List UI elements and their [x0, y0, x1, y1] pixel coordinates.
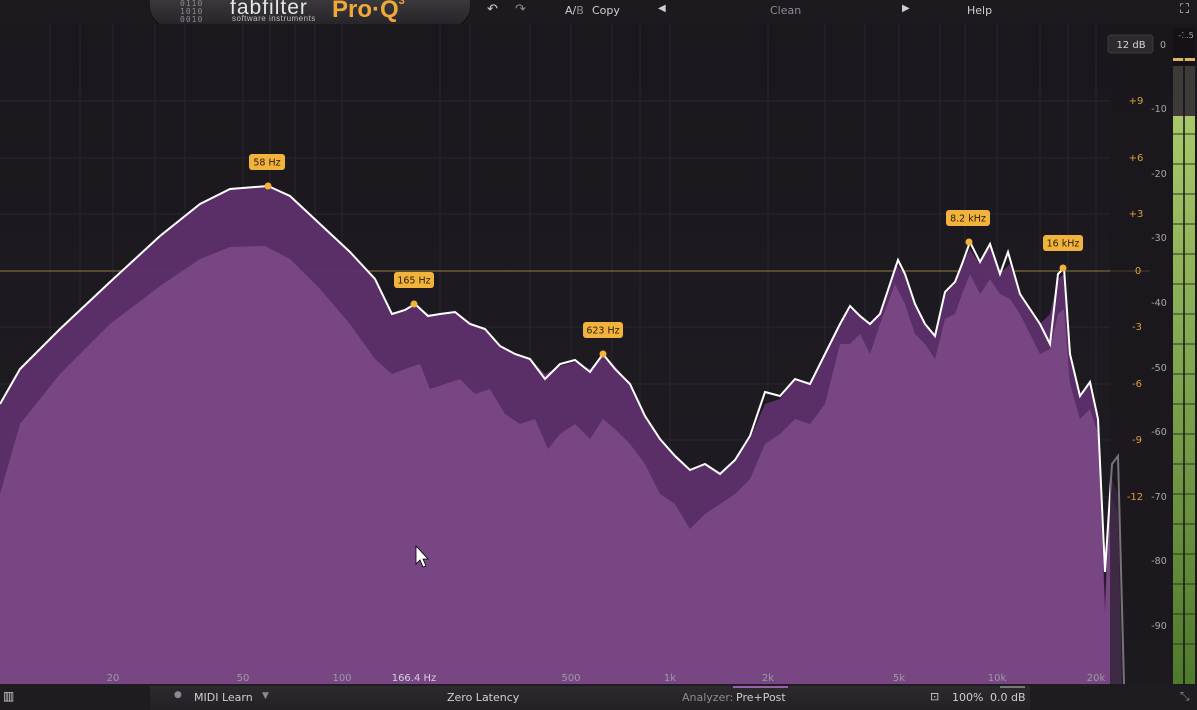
- svg-text:5k: 5k: [893, 673, 905, 684]
- svg-text:2k: 2k: [762, 673, 774, 684]
- band-label: 165 Hz: [397, 276, 430, 287]
- bottom-bar: ▥ ● MIDI Learn ▼ Zero Latency Analyzer: …: [0, 686, 1197, 710]
- help-button[interactable]: Help: [967, 4, 992, 17]
- band-label: 58 Hz: [253, 158, 280, 169]
- redo-icon[interactable]: ↷: [515, 2, 526, 17]
- copy-button[interactable]: Copy: [592, 4, 620, 17]
- svg-text:-90: -90: [1151, 621, 1167, 632]
- svg-text:+3: +3: [1129, 209, 1144, 220]
- svg-text:-12: -12: [1127, 492, 1143, 503]
- undo-icon[interactable]: ↶: [487, 2, 498, 17]
- preset-prev-icon[interactable]: ◀: [658, 3, 666, 14]
- band-label: 8.2 kHz: [950, 214, 986, 225]
- latency-mode[interactable]: Zero Latency: [447, 691, 519, 704]
- resize-icon[interactable]: ⤡: [1180, 689, 1190, 704]
- svg-text:20: 20: [107, 673, 120, 684]
- analyzer-mode[interactable]: Pre+Post: [736, 691, 786, 704]
- svg-text:-80: -80: [1151, 556, 1167, 567]
- svg-text:+9: +9: [1129, 96, 1144, 107]
- eq-display[interactable]: 58 Hz 165 Hz 623 Hz 8.2 kHz 16 kHz 12 dB: [0, 24, 1197, 686]
- gain-indicator: [1000, 686, 1025, 688]
- band-label: 16 kHz: [1047, 239, 1080, 250]
- range-label: 12 dB: [1116, 40, 1145, 51]
- svg-text:0: 0: [1135, 266, 1141, 277]
- meter-top-label: 0: [1160, 40, 1166, 51]
- svg-text:-30: -30: [1151, 233, 1167, 244]
- svg-text:-50: -50: [1151, 363, 1167, 374]
- svg-text:50: 50: [237, 673, 250, 684]
- svg-text:20k: 20k: [1087, 673, 1106, 684]
- midi-dot-icon: ●: [174, 690, 182, 700]
- svg-text:500: 500: [561, 673, 580, 684]
- svg-text:+6: +6: [1129, 153, 1144, 164]
- band-label: 623 Hz: [586, 326, 619, 337]
- svg-text:10k: 10k: [988, 673, 1007, 684]
- top-bar: 0110 1010 0010 fabfilter software instru…: [0, 0, 1197, 28]
- svg-text:100: 100: [332, 673, 351, 684]
- output-gain-value[interactable]: 0.0 dB: [990, 691, 1026, 704]
- zoom-value[interactable]: 100%: [952, 691, 983, 704]
- svg-text:-20: -20: [1151, 169, 1167, 180]
- output-level-meter: -1.5: [1173, 28, 1195, 684]
- eq-graph-svg: 58 Hz 165 Hz 623 Hz 8.2 kHz 16 kHz 12 dB: [0, 24, 1197, 686]
- svg-text:-40: -40: [1151, 298, 1167, 309]
- svg-text:-10: -10: [1151, 104, 1167, 115]
- midi-learn-button[interactable]: MIDI Learn: [194, 691, 253, 704]
- svg-text:-70: -70: [1151, 492, 1167, 503]
- pro-q3-window: 0110 1010 0010 fabfilter software instru…: [0, 0, 1197, 710]
- midi-dropdown-icon[interactable]: ▼: [262, 691, 269, 701]
- fullscreen-icon[interactable]: ⛶: [1180, 2, 1189, 17]
- brand-subtitle: software instruments: [232, 14, 316, 23]
- svg-text:-3: -3: [1132, 322, 1142, 333]
- svg-text:-6: -6: [1132, 379, 1142, 390]
- svg-text:-60: -60: [1151, 427, 1167, 438]
- svg-text:1k: 1k: [664, 673, 676, 684]
- bottom-plate: [150, 686, 1030, 710]
- preset-name[interactable]: Clean: [770, 4, 801, 17]
- preset-next-icon[interactable]: ▶: [902, 3, 910, 14]
- meter-peak-label: -1.5: [1178, 31, 1194, 40]
- pin-icon[interactable]: ⊡: [930, 690, 939, 703]
- svg-text:-9: -9: [1132, 435, 1142, 446]
- logo-mark: 0110 1010 0010: [180, 0, 204, 24]
- ab-toggle[interactable]: A/B: [565, 4, 584, 17]
- cursor-frequency-readout: 166.4 Hz: [392, 673, 437, 684]
- analyzer-label: Analyzer:: [682, 691, 734, 704]
- analyzer-indicator: [733, 686, 788, 688]
- product-name: Pro·Q3: [332, 0, 405, 23]
- piano-icon[interactable]: ▥: [3, 689, 14, 703]
